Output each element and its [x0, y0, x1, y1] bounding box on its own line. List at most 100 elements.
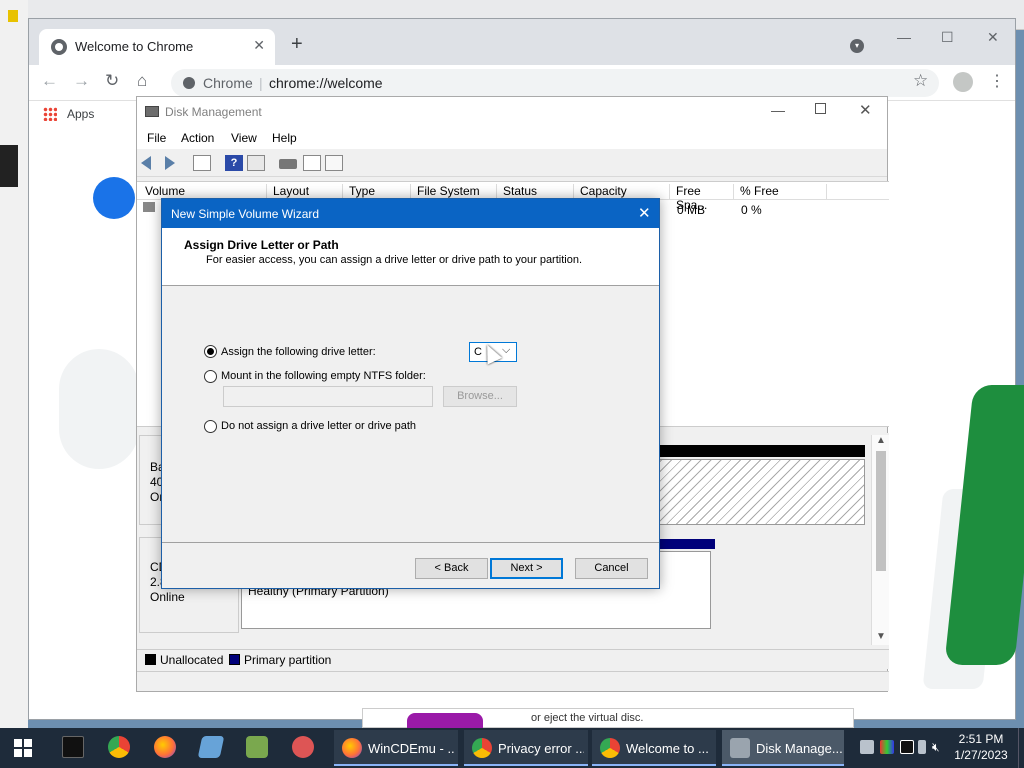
- task-disk-management[interactable]: Disk Manage...: [722, 730, 844, 766]
- command-prompt-icon[interactable]: [62, 736, 84, 758]
- connect-icon[interactable]: [279, 159, 297, 169]
- bookmark-star-icon[interactable]: ☆: [913, 71, 928, 91]
- more-menu-icon[interactable]: ⋮: [989, 71, 1005, 91]
- legend-primary-swatch: [229, 654, 240, 665]
- scrollbar-thumb[interactable]: [876, 451, 886, 571]
- close-window-icon[interactable]: ✕: [987, 29, 999, 46]
- task-welcome-chrome[interactable]: Welcome to ...: [592, 730, 716, 766]
- menu-file[interactable]: File: [147, 131, 166, 145]
- next-button[interactable]: Next >: [490, 558, 563, 579]
- settings-icon[interactable]: [325, 155, 343, 171]
- menu-bar: File Action View Help: [137, 127, 887, 149]
- tab-search-icon[interactable]: ▾: [850, 39, 864, 53]
- mount-folder-radio[interactable]: [204, 370, 217, 383]
- no-letter-radio[interactable]: [204, 420, 217, 433]
- volume-drive-icon: [143, 202, 155, 212]
- display-icon[interactable]: [880, 740, 894, 754]
- task-label: Privacy error ...: [498, 741, 584, 756]
- maximize-icon[interactable]: [815, 103, 826, 114]
- scroll-down-icon[interactable]: ▼: [876, 631, 886, 642]
- close-tab-icon[interactable]: ✕: [253, 37, 265, 54]
- close-icon[interactable]: ✕: [638, 204, 651, 222]
- legend-primary: Primary partition: [244, 653, 332, 667]
- apps-bookmark[interactable]: Apps: [67, 107, 94, 121]
- menu-help[interactable]: Help: [272, 131, 297, 145]
- address-bar[interactable]: Chrome | chrome://welcome: [171, 69, 939, 97]
- disk-management-titlebar: Disk Management — ✕: [137, 97, 887, 127]
- reload-icon[interactable]: ↻: [105, 71, 119, 91]
- volume-free-space: 0 MB: [677, 203, 706, 217]
- task-label: Disk Manage...: [756, 741, 842, 756]
- assign-letter-label[interactable]: Assign the following drive letter:: [221, 346, 376, 358]
- mount-folder-label[interactable]: Mount in the following empty NTFS folder…: [221, 370, 426, 382]
- system-tray: 🔇︎: [852, 738, 952, 758]
- show-desktop-button[interactable]: [1018, 728, 1024, 768]
- properties-icon[interactable]: [247, 155, 265, 171]
- browse-button[interactable]: Browse...: [443, 386, 517, 407]
- omnibox-url[interactable]: chrome://welcome: [269, 75, 383, 91]
- unallocated-region[interactable]: [659, 459, 865, 525]
- checklist-icon[interactable]: [303, 155, 321, 171]
- forward-arrow-icon[interactable]: [165, 156, 175, 170]
- scroll-up-icon[interactable]: ▲: [876, 435, 886, 446]
- back-arrow-icon[interactable]: ←: [41, 71, 58, 91]
- spreadsheet-icon[interactable]: [246, 736, 268, 758]
- window-title: Disk Management: [165, 105, 262, 119]
- minimize-icon[interactable]: —: [771, 102, 785, 118]
- status-bar: [137, 671, 889, 691]
- paint-icon[interactable]: [292, 736, 314, 758]
- app-tray-icon[interactable]: [900, 740, 914, 754]
- wizard-subheading: For easier access, you can assign a driv…: [206, 254, 583, 266]
- help-icon[interactable]: ?: [225, 155, 243, 171]
- mount-path-input[interactable]: [223, 386, 433, 407]
- firefox-icon[interactable]: [154, 736, 176, 758]
- clock-date[interactable]: 1/27/2023: [950, 748, 1012, 762]
- welcome-decor-blob: [59, 349, 139, 469]
- cancel-button[interactable]: Cancel: [575, 558, 648, 579]
- back-arrow-icon[interactable]: [141, 156, 151, 170]
- show-hide-console-tree-icon[interactable]: [193, 155, 211, 171]
- background-window-fragment: or eject the virtual disc.: [362, 708, 854, 729]
- close-icon[interactable]: ✕: [859, 101, 872, 119]
- disk-management-toolbar: ?: [137, 149, 887, 177]
- column-percent-free[interactable]: % Free: [734, 184, 827, 200]
- legend-unallocated: Unallocated: [160, 653, 224, 667]
- menu-action[interactable]: Action: [181, 131, 214, 145]
- tab-welcome[interactable]: Welcome to Chrome ✕: [39, 29, 275, 65]
- chrome-icon: [472, 738, 492, 758]
- task-privacy-error[interactable]: Privacy error ...: [464, 730, 588, 766]
- notepad-icon[interactable]: [197, 736, 225, 758]
- primary-partition-header-bar: [659, 539, 715, 549]
- omnibox-separator: |: [259, 75, 263, 91]
- clock-time[interactable]: 2:51 PM: [956, 732, 1006, 746]
- home-icon[interactable]: ⌂: [137, 71, 147, 91]
- network-icon[interactable]: [860, 740, 874, 754]
- new-tab-icon[interactable]: +: [291, 33, 303, 56]
- forward-arrow-icon[interactable]: →: [73, 71, 90, 91]
- disk-management-icon: [145, 106, 159, 117]
- minimize-icon[interactable]: —: [897, 29, 911, 45]
- menu-view[interactable]: View: [231, 131, 257, 145]
- volume-percent-free: 0 %: [741, 203, 762, 217]
- wizard-titlebar: New Simple Volume Wizard ✕: [162, 199, 659, 228]
- column-free-space[interactable]: Free Spa...: [670, 184, 734, 212]
- maximize-icon[interactable]: ☐: [941, 29, 954, 46]
- vertical-scrollbar[interactable]: ▲ ▼: [871, 435, 889, 645]
- assign-letter-radio[interactable]: [204, 345, 217, 358]
- omnibox-scheme: Chrome: [203, 75, 253, 91]
- wizard-title: New Simple Volume Wizard: [171, 207, 320, 221]
- background-purple-shape: [407, 713, 483, 729]
- usb-icon[interactable]: [918, 740, 926, 754]
- task-wincdemu[interactable]: WinCDEmu - ...: [334, 730, 458, 766]
- volume-muted-icon[interactable]: 🔇︎: [932, 740, 946, 754]
- back-button[interactable]: < Back: [415, 558, 488, 579]
- task-label: WinCDEmu - ...: [368, 741, 454, 756]
- wizard-divider: [162, 542, 659, 543]
- chevron-down-icon: ⌵: [502, 344, 511, 356]
- chrome-icon[interactable]: [108, 736, 130, 758]
- disk-management-icon: [730, 738, 750, 758]
- apps-grid-icon[interactable]: [43, 107, 57, 121]
- profile-avatar-icon[interactable]: [953, 72, 973, 92]
- no-letter-label[interactable]: Do not assign a drive letter or drive pa…: [221, 420, 416, 432]
- windows-start-icon[interactable]: [14, 739, 32, 757]
